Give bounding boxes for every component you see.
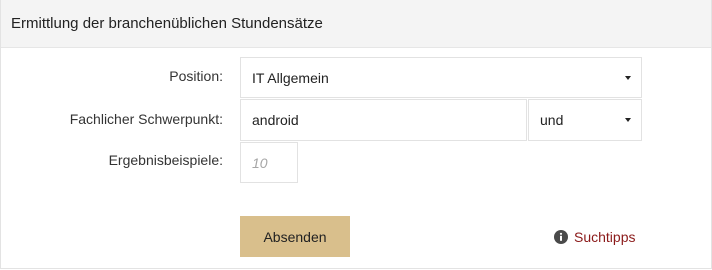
panel-header: Ermittlung der branchenüblichen Stundens… bbox=[1, 0, 711, 48]
submit-button[interactable]: Absenden bbox=[240, 216, 350, 257]
chevron-down-icon bbox=[625, 75, 631, 80]
info-icon bbox=[554, 230, 568, 244]
results-count-input[interactable]: 10 bbox=[240, 142, 298, 183]
operator-select-value: und bbox=[540, 112, 564, 128]
results-count-placeholder: 10 bbox=[252, 154, 268, 171]
search-tips-label: Suchtipps bbox=[574, 229, 636, 245]
hourly-rate-panel: Ermittlung der branchenüblichen Stundens… bbox=[0, 0, 712, 269]
position-select-value: IT Allgemein bbox=[252, 69, 329, 86]
operator-select[interactable]: und bbox=[528, 99, 642, 141]
focus-input-value: android bbox=[252, 112, 299, 128]
chevron-down-icon bbox=[625, 118, 631, 122]
results-label: Ergebnisbeispiele: bbox=[108, 152, 223, 168]
position-label: Position: bbox=[169, 68, 223, 84]
search-tips-link[interactable]: Suchtipps bbox=[554, 229, 635, 245]
focus-input[interactable]: android bbox=[240, 99, 527, 141]
panel-title: Ermittlung der branchenüblichen Stundens… bbox=[11, 15, 323, 32]
position-select[interactable]: IT Allgemein bbox=[240, 57, 642, 98]
focus-label: Fachlicher Schwerpunkt: bbox=[69, 111, 223, 127]
